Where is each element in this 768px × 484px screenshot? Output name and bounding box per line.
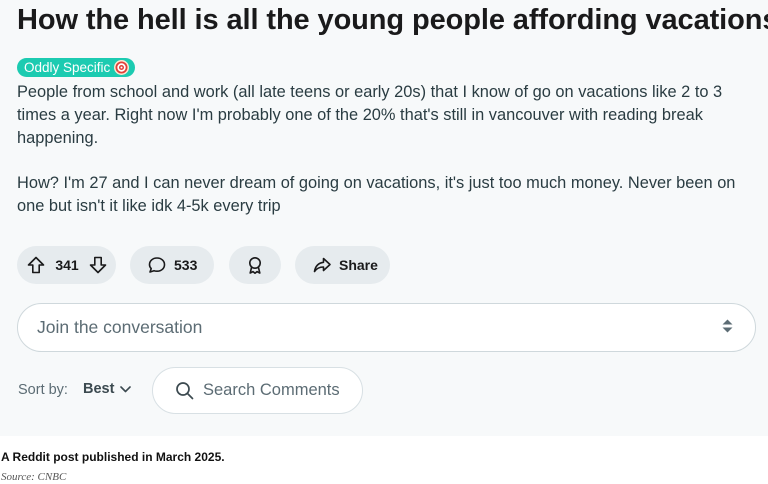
- award-button[interactable]: [229, 246, 281, 284]
- post-body-paragraph: How? I'm 27 and I can never dream of goi…: [17, 174, 736, 215]
- image-caption: A Reddit post published in March 2025.: [1, 450, 225, 464]
- image-source: Source: CNBC: [1, 471, 67, 483]
- vote-count: 341: [55, 257, 79, 273]
- search-comments-input[interactable]: Search Comments: [152, 367, 363, 414]
- arrow-up-icon[interactable]: [26, 255, 46, 275]
- share-arrow-icon: [312, 255, 332, 275]
- post-flair[interactable]: Oddly Specific: [17, 58, 136, 77]
- flair-label: Oddly Specific: [24, 60, 111, 75]
- expand-stepper-icon[interactable]: [722, 319, 733, 333]
- post-title: How the hell is all the young people aff…: [17, 4, 768, 36]
- share-label: Share: [339, 257, 378, 273]
- vote-control: 341: [17, 246, 116, 284]
- sort-value: Best: [83, 381, 115, 397]
- chevron-down-icon: [120, 385, 132, 393]
- speech-bubble-icon: [147, 255, 167, 275]
- sort-dropdown[interactable]: Best: [83, 381, 132, 397]
- search-icon: [175, 381, 194, 400]
- comments-button[interactable]: 533: [130, 246, 214, 284]
- award-ribbon-icon: [245, 255, 265, 275]
- post-body-paragraph: People from school and work (all late te…: [17, 83, 723, 147]
- dartboard-icon: [114, 60, 130, 75]
- join-conversation-input[interactable]: Join the conversation: [17, 303, 756, 352]
- sort-label: Sort by:: [18, 382, 68, 398]
- arrow-down-icon[interactable]: [88, 255, 108, 275]
- share-button[interactable]: Share: [295, 246, 390, 284]
- comment-count: 533: [174, 257, 198, 273]
- search-placeholder: Search Comments: [203, 381, 340, 399]
- join-placeholder: Join the conversation: [37, 317, 203, 337]
- reddit-post: How the hell is all the young people aff…: [0, 0, 768, 436]
